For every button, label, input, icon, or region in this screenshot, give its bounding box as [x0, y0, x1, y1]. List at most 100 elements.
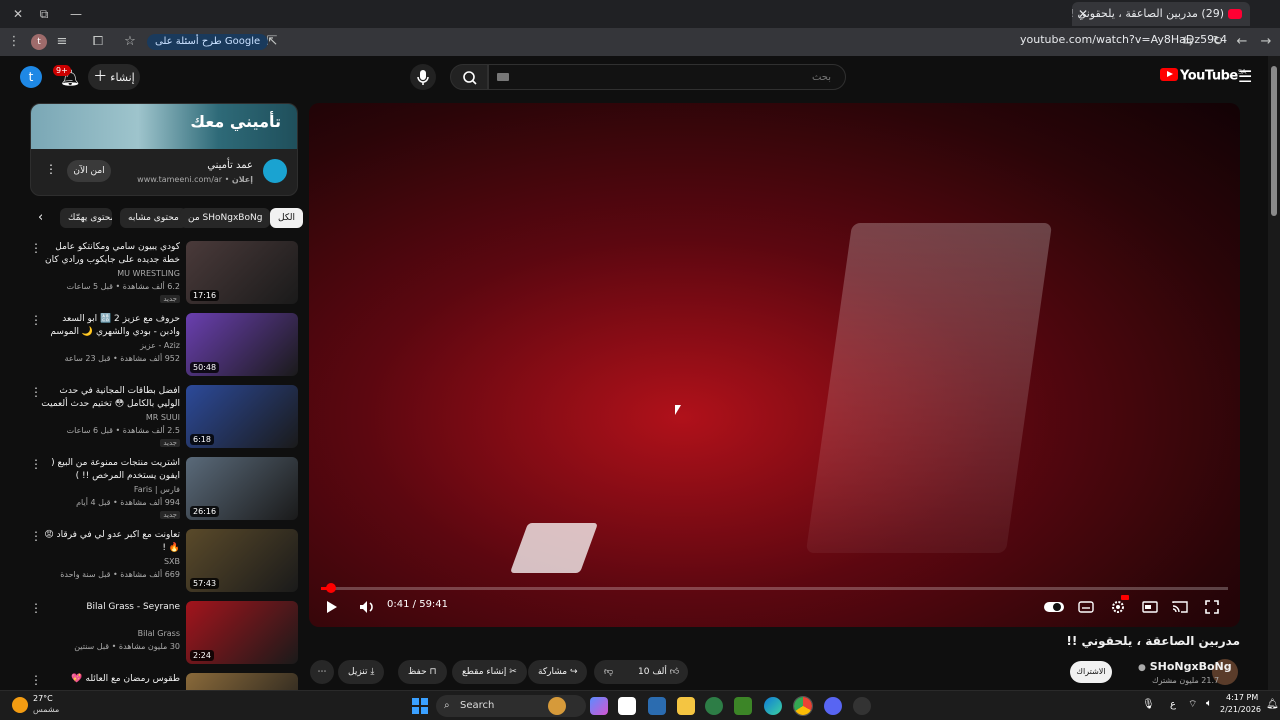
chrome-icon[interactable] — [793, 696, 813, 716]
back-icon[interactable]: → — [1256, 32, 1276, 52]
temperature[interactable]: 27°C — [33, 694, 53, 703]
recommendation-channel[interactable]: Aziz - عزيز — [140, 341, 180, 350]
taskbar-date[interactable]: 2/21/2026 — [1220, 705, 1261, 714]
recommendation-item[interactable]: 50:48 حروف مع عزيز 2 🔠 ابو السعد وادبن - … — [30, 313, 298, 381]
ad-cta-button[interactable]: امن الآن — [67, 160, 111, 182]
clip-button[interactable]: إنشاء مقطع ✂ — [452, 660, 527, 684]
folder-icon[interactable] — [677, 697, 695, 715]
video-thumbnail[interactable]: 26:16 — [186, 457, 298, 520]
notification-bell-icon[interactable]: 🔔︎ — [1266, 699, 1279, 710]
minecraft-icon[interactable] — [734, 697, 752, 715]
autoplay-toggle[interactable] — [1043, 597, 1065, 617]
hamburger-menu-icon[interactable]: ☰ — [1238, 67, 1252, 86]
recommendation-title[interactable]: Bilal Grass - Seyrane — [40, 601, 180, 614]
shield-icon[interactable] — [648, 697, 666, 715]
more-options-icon[interactable]: ⋮ — [30, 529, 42, 543]
windows-start-icon[interactable] — [412, 698, 428, 714]
keyboard-icon[interactable] — [497, 73, 509, 81]
search-input[interactable] — [489, 65, 845, 90]
recommendation-item[interactable]: 6:18 افضل بطاقات المجانية في حدث الوليي ب… — [30, 385, 298, 453]
recommendation-title[interactable]: تعاونت مع اكبر عدو لي في فرقاد 😡🔥 ! — [40, 529, 180, 555]
extensions-icon[interactable]: ⧠ — [88, 32, 108, 52]
recommendation-channel[interactable]: MU WRESTLING — [117, 269, 180, 278]
recommendation-item[interactable]: 17:16 كودي يبيون سامي ومكانتكو عامل خطة ج… — [30, 241, 298, 309]
more-options-icon[interactable]: ⋮ — [30, 313, 42, 327]
volume-button[interactable] — [357, 597, 377, 617]
discord-icon[interactable] — [824, 697, 842, 715]
video-thumbnail[interactable]: 57:43 — [186, 529, 298, 592]
weather-condition[interactable]: مشمس — [33, 705, 59, 714]
share-button[interactable]: مشاركة ↪ — [528, 660, 588, 684]
progress-scrubber[interactable] — [326, 583, 337, 593]
more-options-icon[interactable]: ⋮ — [30, 457, 42, 471]
menu-dots-icon[interactable]: ⋮ — [4, 32, 24, 52]
taskbar-time[interactable]: 4:17 PM — [1226, 693, 1258, 702]
ad-title[interactable]: عمد تأميني — [207, 160, 253, 171]
recommendation-channel[interactable]: SXB — [164, 557, 180, 566]
scrollbar-thumb[interactable] — [1271, 66, 1277, 216]
more-actions-button[interactable]: ⋯ — [310, 660, 334, 684]
voice-search-button[interactable] — [410, 64, 436, 90]
chip-from-channel[interactable]: من SHoNgxBoNg — [180, 208, 271, 228]
dislike-button[interactable]: 👎︎ — [604, 660, 638, 684]
more-options-icon[interactable]: ⋮ — [30, 241, 42, 255]
more-options-icon[interactable]: ⋮ — [30, 673, 42, 687]
recommendation-item[interactable]: 57:43 تعاونت مع اكبر عدو لي في فرقاد 😡🔥 !… — [30, 529, 298, 597]
close-tab-icon[interactable]: ✕ — [1078, 2, 1088, 26]
save-button[interactable]: حفظ ⊓ — [398, 660, 447, 684]
chip-similar[interactable]: محتوى مشابه — [120, 208, 187, 228]
bookmark-star-icon[interactable]: ☆ — [120, 32, 140, 52]
speaker-icon[interactable]: 🔈︎ — [1206, 698, 1212, 709]
url-text[interactable]: youtube.com/watch?v=Ay8HaDz59c4 — [1020, 33, 1227, 46]
subtitles-button[interactable] — [1077, 597, 1095, 617]
restore-window-icon[interactable]: ⧉ — [34, 4, 54, 24]
recommendation-title[interactable]: كودي يبيون سامي ومكانتكو عامل خطة جديده … — [40, 241, 180, 267]
ad-advertiser-logo[interactable] — [263, 159, 287, 183]
search-button[interactable] — [450, 64, 488, 90]
youtube-logo[interactable]: YouTubeSA — [1160, 68, 1247, 83]
recommendation-title[interactable]: اشتريت منتجات ممنوعة من البيع ( ايفون يس… — [40, 457, 180, 483]
recommendation-item[interactable]: 26:16 اشتريت منتجات ممنوعة من البيع ( ايف… — [30, 457, 298, 525]
recommendation-channel[interactable]: Bilal Grass — [138, 629, 180, 638]
recommendation-channel[interactable]: MR SUUI — [146, 413, 180, 422]
recommendation-channel[interactable]: فارس | Faris — [134, 485, 180, 494]
account-avatar[interactable]: t — [20, 66, 42, 88]
video-player[interactable]: 0:41 / 59:41 — [309, 103, 1240, 627]
widget-icon[interactable] — [548, 697, 566, 715]
miniplayer-button[interactable] — [1141, 597, 1159, 617]
video-thumbnail[interactable]: 17:16 — [186, 241, 298, 304]
edge-icon[interactable] — [764, 697, 782, 715]
chevron-left-icon[interactable]: ‹ — [38, 210, 43, 225]
progress-bar[interactable] — [321, 583, 1228, 593]
download-button[interactable]: تنزيل ⤓ — [338, 660, 385, 684]
video-thumbnail[interactable]: 50:48 — [186, 313, 298, 376]
xbox-icon[interactable] — [705, 697, 723, 715]
sun-weather-icon[interactable] — [12, 697, 28, 713]
video-thumbnail[interactable]: 2:24 — [186, 601, 298, 664]
like-icon[interactable]: 👍︎ — [670, 667, 679, 677]
cast-button[interactable] — [1171, 597, 1189, 617]
fullscreen-button[interactable] — [1203, 597, 1221, 617]
store-icon[interactable] — [618, 697, 636, 715]
more-options-icon[interactable]: ⋮ — [30, 385, 42, 399]
forward-icon[interactable]: ← — [1232, 32, 1252, 52]
ad-banner-image[interactable]: تأميني معك — [31, 104, 297, 149]
profile-avatar[interactable]: t — [31, 34, 47, 50]
recommendation-title[interactable]: افضل بطاقات المجانية في حدث الوليي بالكا… — [40, 385, 180, 411]
google-ask-chip[interactable]: طرح أسئلة على Google — [147, 34, 269, 50]
more-options-icon[interactable]: ⋮ — [30, 601, 42, 615]
ad-card[interactable]: تأميني معك عمد تأميني إعلان • www.tameen… — [30, 103, 298, 196]
recommendation-title[interactable]: حروف مع عزيز 2 🔠 ابو السعد وادبن - بودي … — [40, 313, 180, 339]
subscribe-button[interactable]: الاشتراك — [1070, 661, 1112, 683]
chip-related[interactable]: محتوى يهمّك — [60, 208, 112, 228]
page-scrollbar[interactable] — [1268, 56, 1280, 690]
wifi-icon[interactable]: ⌔ — [1188, 698, 1197, 711]
like-count[interactable]: 10 ألف — [638, 667, 667, 677]
language-indicator[interactable]: ع — [1170, 699, 1176, 710]
play-button[interactable] — [323, 597, 341, 617]
settings-button[interactable] — [1109, 595, 1129, 617]
copilot-icon[interactable] — [590, 697, 608, 715]
reading-list-icon[interactable]: ≡ — [52, 32, 72, 52]
close-window-icon[interactable]: ✕ — [8, 4, 28, 24]
ad-more-options-icon[interactable]: ⋮ — [45, 162, 57, 176]
